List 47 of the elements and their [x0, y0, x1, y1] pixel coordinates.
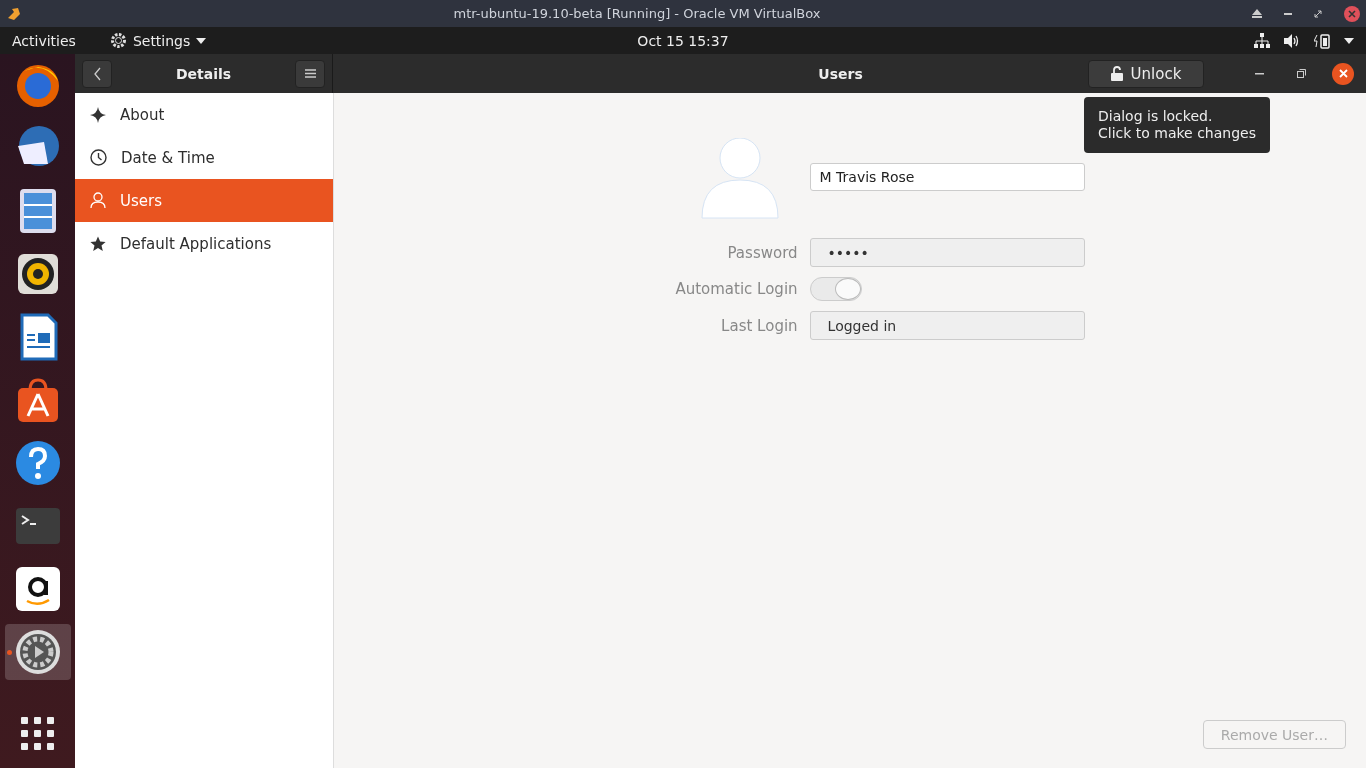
- password-field[interactable]: •••••: [809, 238, 1085, 267]
- sidebar-item[interactable]: About: [75, 93, 333, 136]
- close-icon: [1338, 69, 1348, 78]
- star-icon: [90, 235, 106, 252]
- battery-icon[interactable]: [1314, 32, 1330, 49]
- back-button[interactable]: [82, 59, 112, 88]
- password-label: Password: [726, 243, 798, 262]
- clock-icon: [90, 149, 107, 166]
- sidebar-title: Details: [175, 65, 232, 82]
- window-title: mtr-ubuntu-19.10-beta [Running] - Oracle VM VirtualBox: [452, 6, 822, 21]
- system-menu-caret-icon[interactable]: [1344, 37, 1354, 44]
- tooltip: Dialog is locked. Click to make changes: [1083, 97, 1270, 153]
- eject-icon[interactable]: [1252, 9, 1262, 18]
- page-title: Users: [817, 65, 864, 82]
- padlock-icon: [1110, 66, 1123, 81]
- last-login-field[interactable]: Logged in: [809, 311, 1085, 340]
- sparkle-icon: [90, 106, 106, 123]
- virtualbox-logo-icon: [6, 5, 22, 22]
- app-menu[interactable]: Settings: [132, 32, 191, 49]
- activities-button[interactable]: Activities: [12, 32, 76, 49]
- help-icon: [13, 439, 62, 487]
- sidebar-item[interactable]: Default Applications: [75, 222, 333, 265]
- minimize-icon[interactable]: [1284, 12, 1292, 15]
- person-icon: [90, 192, 106, 209]
- close-icon[interactable]: [1344, 5, 1360, 22]
- gear-icon: [13, 628, 62, 676]
- full-name-field[interactable]: M Travis Rose: [809, 163, 1085, 191]
- chevron-left-icon: [93, 66, 101, 81]
- last-login-label: Last Login: [720, 316, 798, 335]
- restore-icon[interactable]: [1314, 9, 1322, 18]
- volume-icon[interactable]: [1284, 33, 1300, 48]
- restore-icon: [1296, 69, 1306, 78]
- minimize-icon: [1254, 72, 1264, 75]
- app-grid-icon: [20, 717, 55, 751]
- close-button[interactable]: [1332, 62, 1354, 85]
- letter-a-logo-icon: [13, 565, 62, 613]
- sidebar-item[interactable]: Date & Time: [75, 136, 333, 179]
- sidebar-item[interactable]: Users: [75, 179, 333, 222]
- clock[interactable]: Oct 15 15:37: [637, 32, 729, 49]
- gear-icon: [109, 32, 127, 49]
- menu-icon: [304, 69, 316, 78]
- automatic-login-label: Automatic Login: [675, 280, 798, 298]
- network-icon[interactable]: [1254, 33, 1270, 48]
- unlock-button[interactable]: Unlock: [1088, 59, 1204, 88]
- dropdown-caret-icon: [196, 37, 207, 44]
- menu-button[interactable]: [295, 59, 325, 88]
- dock-item[interactable]: [4, 624, 71, 680]
